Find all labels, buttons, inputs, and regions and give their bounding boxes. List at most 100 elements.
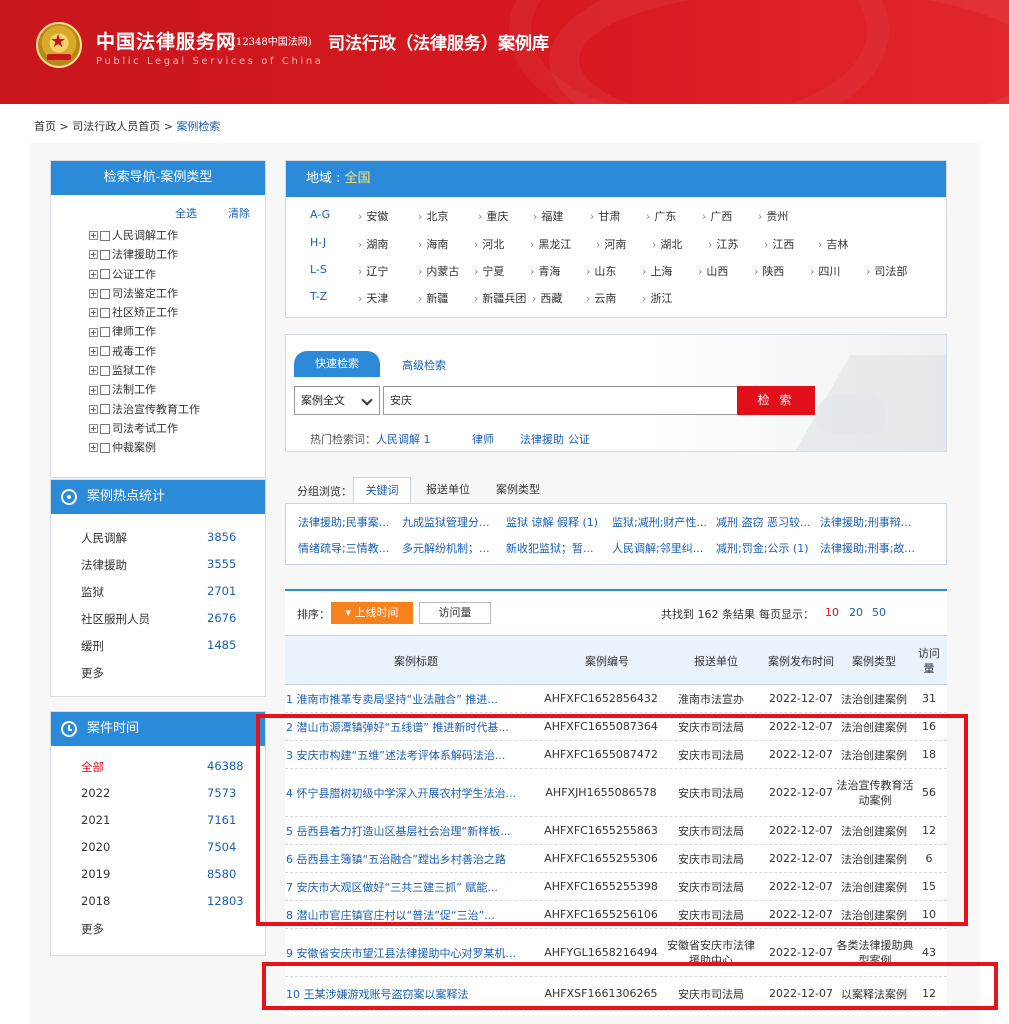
province-link[interactable]: 江苏	[708, 236, 738, 252]
tree-item[interactable]: 戒毒工作	[89, 342, 265, 361]
tree-item[interactable]: 监狱工作	[89, 361, 265, 380]
province-link[interactable]: 吉林	[818, 236, 848, 252]
expand-icon[interactable]	[89, 327, 98, 337]
tab-quick-search[interactable]: 快速检索	[294, 351, 380, 377]
province-link[interactable]: 司法部	[866, 263, 907, 279]
checkbox[interactable]	[100, 230, 110, 241]
tree-item[interactable]: 律师工作	[89, 322, 265, 341]
province-link[interactable]: 辽宁	[358, 263, 388, 279]
case-title-link[interactable]: 2 潜山市源潭镇弹好“五线谱” 推进新时代基...	[286, 713, 518, 740]
province-link[interactable]: 福建	[533, 208, 563, 224]
province-link[interactable]: 天津	[358, 290, 388, 306]
province-link[interactable]: 黑龙江	[530, 236, 571, 252]
case-title-link[interactable]: 3 安庆市构建“五维”述法考评体系解码法治...	[286, 741, 518, 768]
expand-icon[interactable]	[89, 289, 98, 299]
province-link[interactable]: 陕西	[754, 263, 784, 279]
page-size-option[interactable]: 20	[849, 606, 863, 619]
checkbox[interactable]	[100, 346, 110, 357]
time-more-link[interactable]: 更多	[81, 921, 245, 937]
keyword-link[interactable]: 九成监狱管理分...	[402, 514, 490, 530]
keyword-link[interactable]: 减刑;罚金;公示 (1)	[716, 540, 809, 556]
province-link[interactable]: 河北	[474, 236, 504, 252]
stats-more-link[interactable]: 更多	[81, 665, 245, 681]
expand-icon[interactable]	[89, 443, 98, 453]
hot-term-link[interactable]: 律师	[472, 431, 494, 447]
table-row[interactable]: 9 安徽省安庆市望江县法律援助中心对罗某机... AHFYGL165821649…	[285, 929, 947, 977]
province-link[interactable]: 山西	[698, 263, 728, 279]
search-scope-select[interactable]: 案例全文	[294, 386, 380, 415]
province-link[interactable]: 云南	[586, 290, 616, 306]
checkbox[interactable]	[100, 327, 110, 338]
keyword-link[interactable]: 法律援助;民事案...	[298, 514, 389, 530]
province-link[interactable]: 广西	[702, 208, 732, 224]
tree-item[interactable]: 法治宣传教育工作	[89, 400, 265, 419]
hot-term-link[interactable]: 人民调解 1	[376, 431, 431, 447]
clear-link[interactable]: 清除	[228, 205, 250, 221]
province-link[interactable]: 湖南	[358, 236, 388, 252]
province-link[interactable]: 山东	[586, 263, 616, 279]
table-row[interactable]: 2 潜山市源潭镇弹好“五线谱” 推进新时代基... AHFXFC16550873…	[285, 713, 947, 741]
keyword-link[interactable]: 监狱 谅解 假释 (1)	[506, 514, 598, 530]
group-tab-type[interactable]: 案例类型	[489, 477, 547, 503]
checkbox[interactable]	[100, 404, 110, 415]
keyword-link[interactable]: 新收犯监狱；暂...	[506, 540, 594, 556]
expand-icon[interactable]	[89, 404, 98, 414]
keyword-link[interactable]: 人民调解;邻里纠...	[612, 540, 703, 556]
keyword-link[interactable]: 减刑 盗窃 恶习较...	[716, 514, 810, 530]
search-input[interactable]: 安庆	[383, 386, 737, 415]
page-size-option[interactable]: 10	[825, 606, 839, 619]
time-row[interactable]: 2022 7573	[81, 786, 245, 802]
expand-icon[interactable]	[89, 250, 98, 260]
table-row[interactable]: 8 潜山市官庄镇官庄村以“普法”促“三治”... AHFXFC165525610…	[285, 901, 947, 929]
province-link[interactable]: 西藏	[532, 290, 562, 306]
province-link[interactable]: 安徽	[358, 208, 388, 224]
expand-icon[interactable]	[89, 231, 98, 241]
province-link[interactable]: 湖北	[652, 236, 682, 252]
table-row[interactable]: 5 岳西县着力打造山区基层社会治理“新样板... AHFXFC165525586…	[285, 817, 947, 845]
time-row[interactable]: 2018 12803	[81, 894, 245, 910]
expand-icon[interactable]	[89, 269, 98, 279]
search-button[interactable]: 检 索	[737, 386, 815, 415]
keyword-link[interactable]: 监狱;减刑;财产性...	[612, 514, 707, 530]
province-link[interactable]: 宁夏	[474, 263, 504, 279]
region-all-link[interactable]: 全国	[345, 171, 371, 186]
tree-item[interactable]: 公证工作	[89, 265, 265, 284]
expand-icon[interactable]	[89, 308, 98, 318]
hot-term-link[interactable]: 法律援助	[520, 431, 564, 447]
table-row[interactable]: 1 淮南市推革专卖局坚持“业法融合” 推进... AHFXFC165285643…	[285, 685, 947, 713]
checkbox[interactable]	[100, 269, 110, 280]
table-row[interactable]: 3 安庆市构建“五维”述法考评体系解码法治... AHFXFC165508747…	[285, 741, 947, 769]
case-title-link[interactable]: 8 潜山市官庄镇官庄村以“普法”促“三治”...	[286, 901, 518, 928]
province-link[interactable]: 新疆兵团	[474, 290, 526, 306]
case-title-link[interactable]: 7 安庆市大观区做好“三共三建三抓” 赋能...	[286, 873, 518, 900]
province-link[interactable]: 海南	[418, 236, 448, 252]
breadcrumb-home[interactable]: 首页	[34, 120, 56, 133]
stat-row[interactable]: 监狱 2701	[81, 584, 245, 600]
checkbox[interactable]	[100, 249, 110, 260]
keyword-link[interactable]: 法律援助;刑事;故...	[820, 540, 915, 556]
site-name[interactable]: 中国法律服务网	[96, 27, 236, 54]
case-title-link[interactable]: 10 王某涉嫌游戏账号盗窃案以案释法	[286, 977, 518, 1010]
select-all-link[interactable]: 全选	[175, 205, 197, 221]
expand-icon[interactable]	[89, 346, 98, 356]
table-row[interactable]: 4 怀宁县腊树初级中学深入开展农村学生法治... AHFXJH165508657…	[285, 769, 947, 817]
province-link[interactable]: 贵州	[758, 208, 788, 224]
group-tab-unit[interactable]: 报送单位	[419, 477, 477, 503]
province-link[interactable]: 甘肃	[590, 208, 620, 224]
checkbox[interactable]	[100, 442, 110, 453]
checkbox[interactable]	[100, 423, 110, 434]
province-link[interactable]: 新疆	[418, 290, 448, 306]
hot-term-link[interactable]: 公证	[568, 431, 590, 447]
keyword-link[interactable]: 多元解纷机制；...	[402, 540, 490, 556]
province-link[interactable]: 内蒙古	[418, 263, 459, 279]
tree-item[interactable]: 司法鉴定工作	[89, 284, 265, 303]
table-row[interactable]: 6 岳西县主簿镇“五治融合”蹚出乡村善治之路 AHFXFC1655255306 …	[285, 845, 947, 873]
page-size-option[interactable]: 50	[872, 606, 886, 619]
time-row[interactable]: 全部 46388	[81, 759, 245, 775]
time-row[interactable]: 2020 7504	[81, 840, 245, 856]
province-link[interactable]: 江西	[764, 236, 794, 252]
province-link[interactable]: 重庆	[478, 208, 508, 224]
stat-row[interactable]: 法律援助 3555	[81, 557, 245, 573]
province-link[interactable]: 青海	[530, 263, 560, 279]
province-link[interactable]: 广东	[646, 208, 676, 224]
